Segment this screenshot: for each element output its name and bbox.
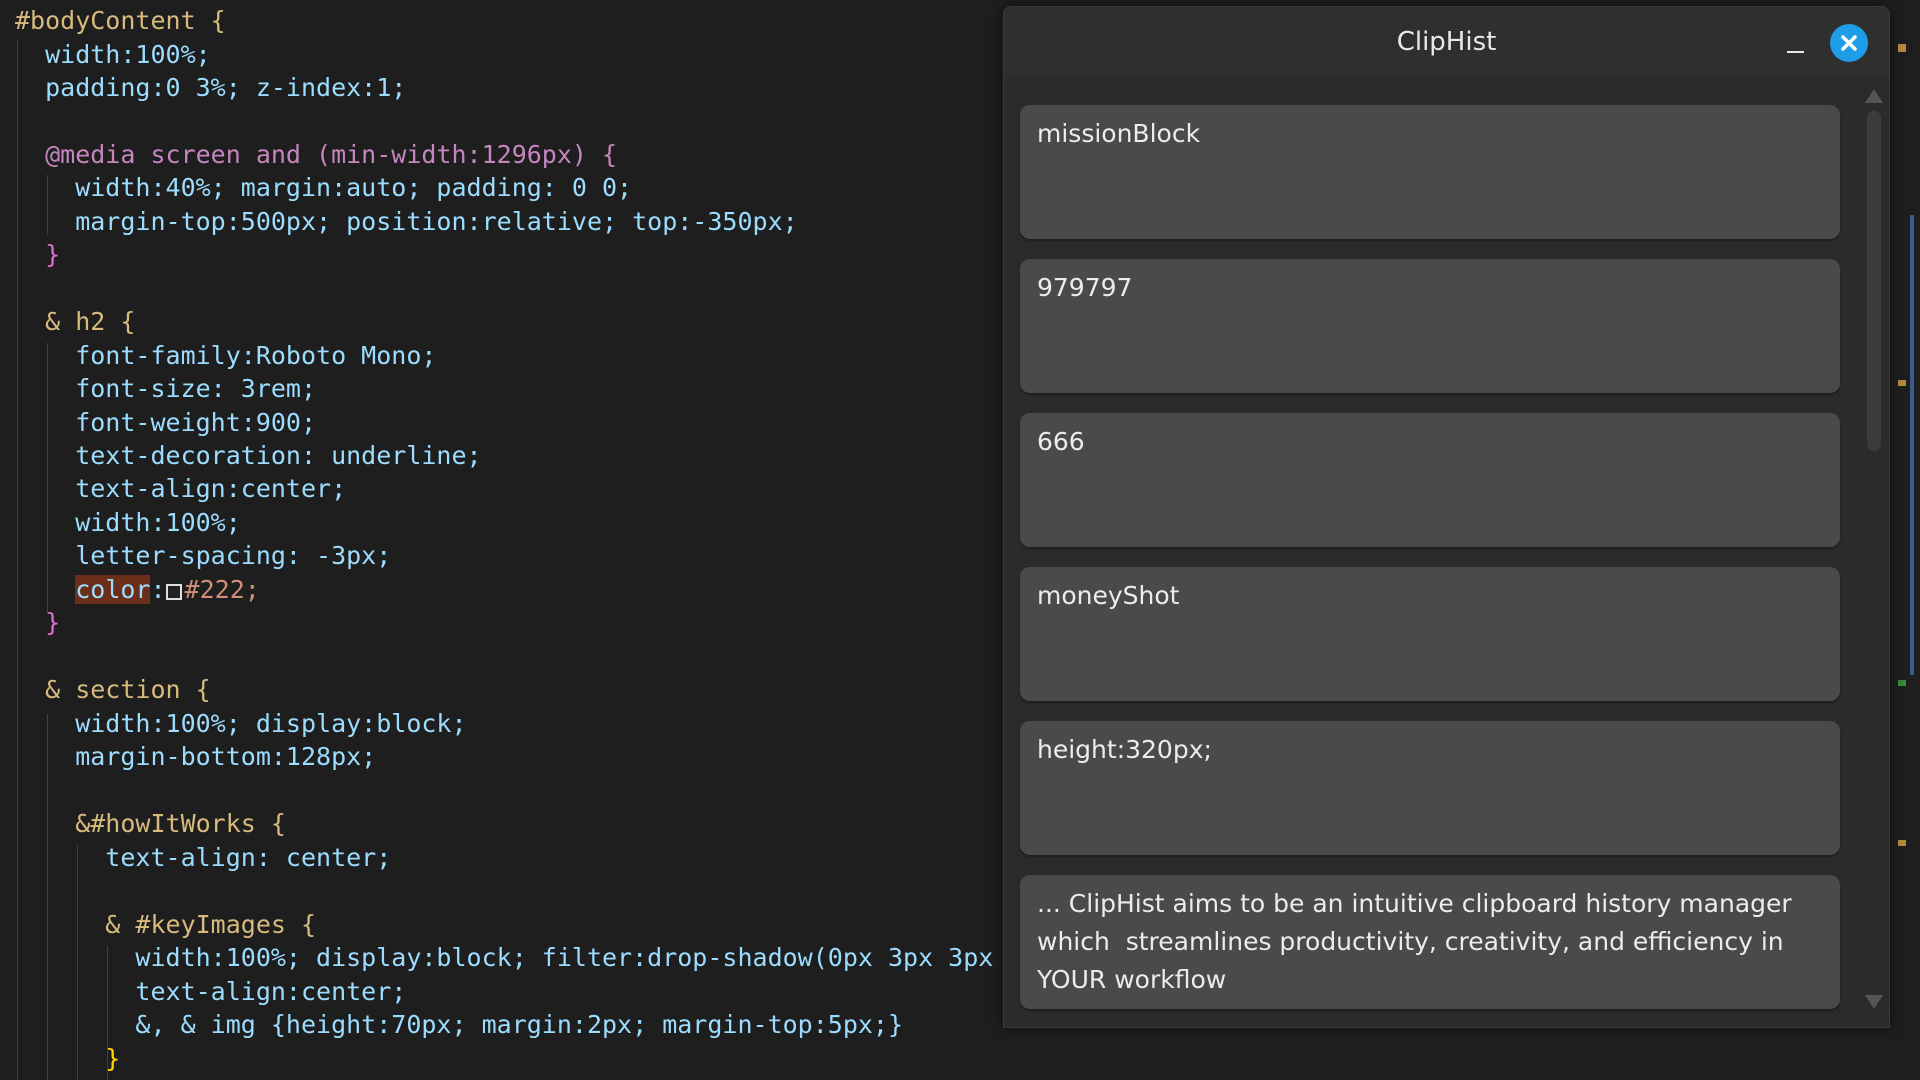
minimize-button[interactable] [1777, 31, 1813, 67]
code-line: &, & img {height:70px; margin:2px; margi… [15, 1010, 904, 1039]
code-line: font-weight:900; [15, 408, 317, 437]
close-icon [1841, 35, 1857, 51]
code-line: width:100%; display:block; [15, 709, 467, 738]
minimap-marker [1898, 840, 1906, 846]
code-line: #bodyContent { [15, 6, 226, 35]
code-line: & section { [15, 675, 211, 704]
title-bar[interactable]: ClipHist [1004, 7, 1889, 77]
code-line: } [15, 1044, 121, 1073]
clip-text: 666 [1037, 427, 1085, 456]
color-swatch-icon[interactable] [165, 584, 182, 600]
minimize-icon [1787, 51, 1804, 53]
scroll-up-arrow-icon[interactable] [1865, 89, 1883, 103]
scroll-thumb[interactable] [1867, 111, 1881, 451]
code-line: width:100%; display:block; filter:drop-s… [15, 943, 994, 972]
code-line: text-align: center; [15, 843, 392, 872]
code-line: color: #222; [75, 575, 260, 604]
code-line: text-align:center; [15, 474, 347, 503]
clip-item[interactable]: moneyShot [1020, 567, 1840, 701]
clip-item[interactable]: 666 [1020, 413, 1840, 547]
clip-item[interactable]: height:320px; [1020, 721, 1840, 855]
code-line: width:100%; [15, 40, 211, 69]
code-line: @media screen and (min-width:1296px) { [15, 140, 618, 169]
clip-item[interactable]: 979797 [1020, 259, 1840, 393]
minimap-marker [1898, 44, 1906, 52]
close-button[interactable] [1830, 24, 1868, 62]
clip-text: 979797 [1037, 273, 1133, 302]
minimap-marker [1898, 680, 1906, 686]
code-line: width:100%; [15, 508, 241, 537]
code-line: margin-top:500px; position:relative; top… [15, 207, 798, 236]
clip-text: moneyShot [1037, 581, 1180, 610]
code-line: } [15, 608, 61, 637]
code-line: & h2 { [15, 307, 136, 336]
code-line: margin-bottom:128px; [15, 742, 377, 771]
code-line: text-align:center; [15, 977, 407, 1006]
minimap-marker [1898, 380, 1906, 386]
window-title: ClipHist [1396, 27, 1497, 57]
code-line: font-size: 3rem; [15, 374, 317, 403]
scrollbar[interactable] [1863, 83, 1885, 1023]
code-line: width:40%; margin:auto; padding: 0 0; [15, 173, 633, 202]
scroll-down-arrow-icon[interactable] [1865, 995, 1883, 1009]
cliphist-window[interactable]: ClipHist missionBlock 979797 666 moneySh… [1003, 6, 1890, 1028]
clip-history-list[interactable]: missionBlock 979797 666 moneyShot height… [1004, 77, 1864, 1027]
code-line: &#howItWorks { [15, 809, 286, 838]
code-line: padding:0 3%; z-index:1; [15, 73, 407, 102]
code-line: text-decoration: underline; [15, 441, 482, 470]
clip-item[interactable]: ... ClipHist aims to be an intuitive cli… [1020, 875, 1840, 1009]
code-line: } [15, 240, 61, 269]
minimap-marker [1910, 215, 1914, 675]
clip-text: ... ClipHist aims to be an intuitive cli… [1037, 889, 1800, 994]
code-line: & #keyImages { [15, 910, 317, 939]
clip-text: height:320px; [1037, 735, 1212, 764]
code-line: font-family:Roboto Mono; [15, 341, 437, 370]
clip-item[interactable]: missionBlock [1020, 105, 1840, 239]
clip-text: missionBlock [1037, 119, 1201, 148]
code-line: letter-spacing: -3px; [15, 541, 392, 570]
